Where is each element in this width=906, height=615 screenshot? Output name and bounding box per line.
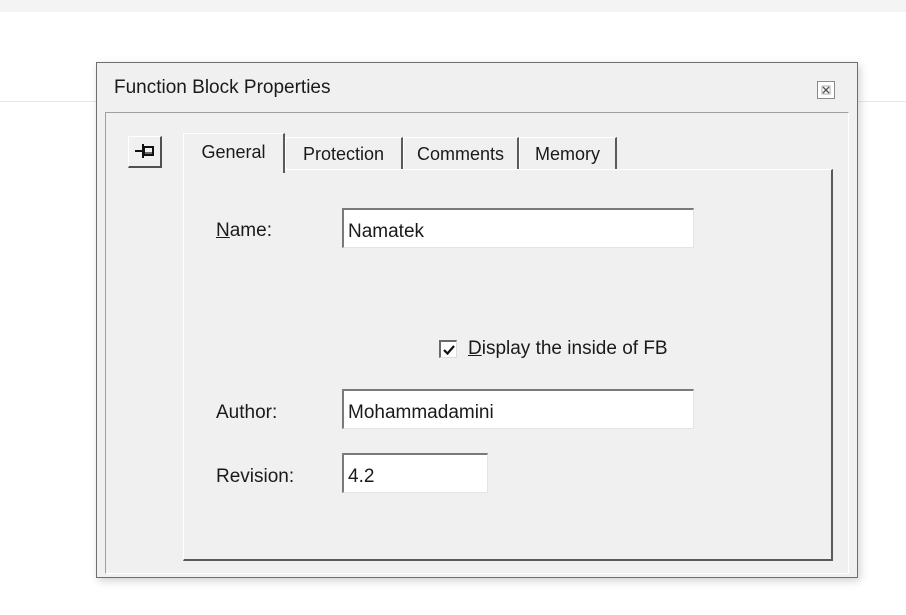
author-field[interactable]	[342, 389, 694, 429]
close-button[interactable]	[817, 81, 835, 99]
pushpin-icon	[135, 144, 154, 158]
revision-label: Revision:	[216, 466, 295, 487]
dialog-title: Function Block Properties	[114, 77, 331, 98]
title-bar[interactable]: Function Block Properties	[97, 63, 857, 111]
function-block-properties-dialog: Function Block Properties General Protec…	[96, 62, 858, 578]
tab-protection[interactable]: Protection	[285, 137, 403, 169]
name-label: Name:	[216, 220, 272, 241]
pin-button[interactable]	[128, 136, 162, 168]
tab-memory[interactable]: Memory	[519, 137, 617, 169]
general-tab-panel: Name: Display the inside of FB Author: R…	[183, 169, 833, 561]
name-field[interactable]	[342, 208, 694, 248]
display-inside-label[interactable]: Display the inside of FB	[468, 338, 668, 360]
revision-field[interactable]	[342, 453, 488, 493]
tab-comments[interactable]: Comments	[403, 137, 519, 169]
close-icon	[821, 85, 831, 95]
display-inside-checkbox[interactable]	[439, 340, 457, 358]
tab-general[interactable]: General	[183, 133, 285, 173]
author-label: Author:	[216, 402, 278, 423]
background-top-strip	[0, 0, 906, 12]
checkmark-icon	[443, 345, 455, 356]
